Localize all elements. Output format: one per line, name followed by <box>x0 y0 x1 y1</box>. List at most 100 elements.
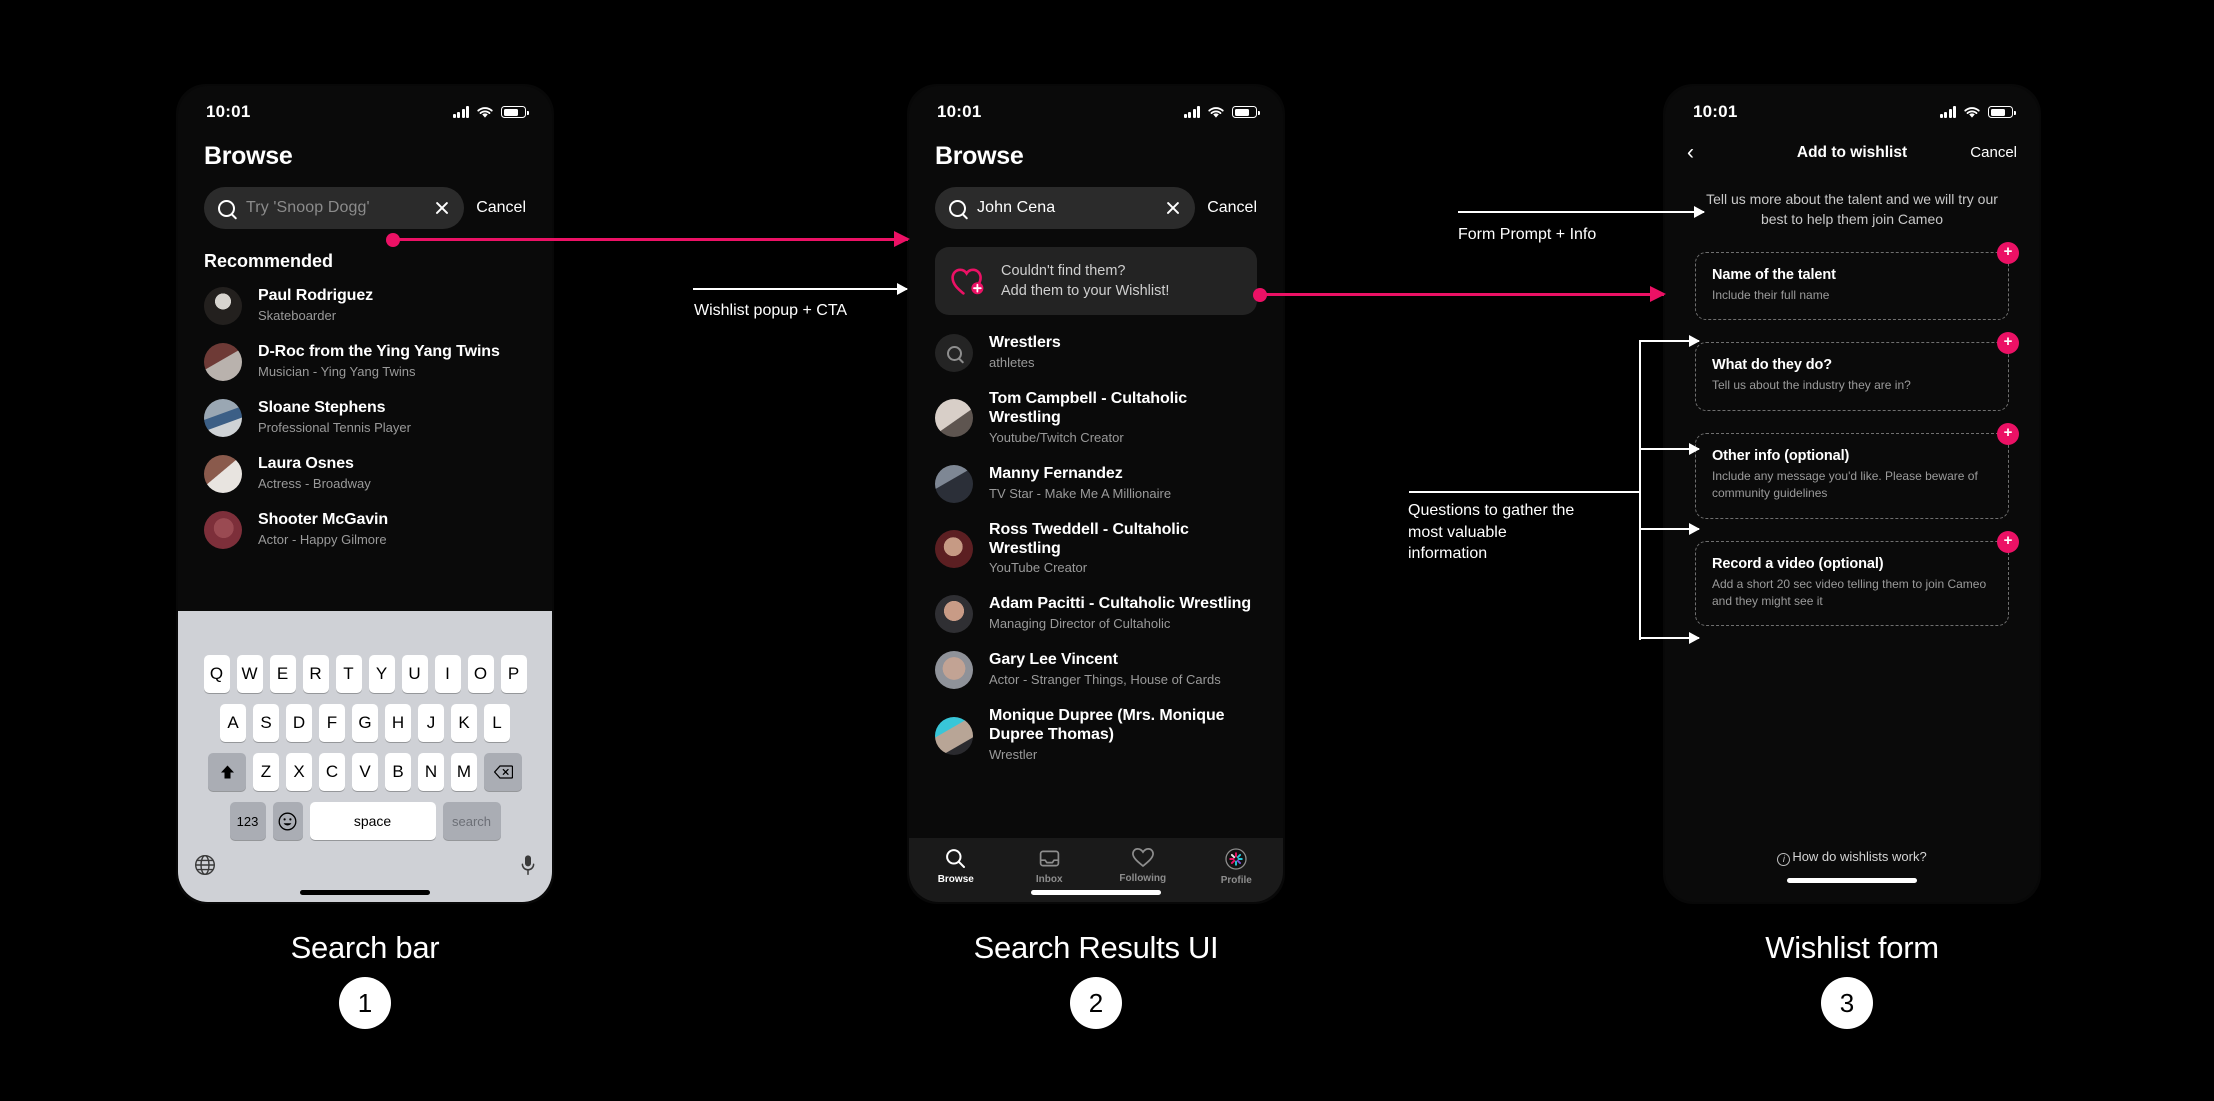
person-subtitle: Skateboarder <box>258 307 337 323</box>
avatar <box>204 399 242 437</box>
result-subtitle: Actor - Stranger Things, House of Cards <box>989 672 1221 688</box>
cancel-button[interactable]: Cancel <box>476 199 526 217</box>
result-name: Adam Pacitti - Cultaholic Wrestling <box>989 595 1252 613</box>
key-c[interactable]: C <box>319 753 345 791</box>
status-icons <box>452 106 529 119</box>
annotation-form-prompt-info: Form Prompt + Info <box>1458 226 1597 243</box>
key-f[interactable]: F <box>319 704 345 742</box>
add-button[interactable]: + <box>1997 530 2019 553</box>
space-key[interactable]: space <box>309 802 436 840</box>
annotation-arrow-field-4 <box>1639 633 1700 643</box>
field-title: What do they do? <box>1712 357 1833 374</box>
key-r[interactable]: R <box>302 655 329 693</box>
bottom-tab-bar: Browse Inbox Following Profile <box>909 838 1283 902</box>
cancel-button[interactable]: Cancel <box>1207 199 1257 217</box>
field-other-info[interactable]: + Other info (optional) Include any mess… <box>1695 423 2019 519</box>
chevron-left-icon[interactable]: ‹ <box>1687 142 1694 163</box>
key-o[interactable]: O <box>467 655 494 693</box>
backspace-key[interactable] <box>484 753 522 791</box>
key-l[interactable]: L <box>484 704 510 742</box>
globe-icon[interactable] <box>194 854 216 876</box>
caption-2-number: 2 <box>1070 977 1122 1029</box>
list-item[interactable]: Tom Campbell - Cultaholic Wrestling Youtu… <box>935 381 1283 456</box>
list-item[interactable]: Laura Osnes Actress - Broadway <box>204 446 552 502</box>
clear-icon[interactable] <box>1165 200 1181 216</box>
field-subtitle: Tell us about the industry they are in? <box>1712 378 1911 393</box>
search-input[interactable]: John Cena <box>935 187 1196 229</box>
phone-1-screen: 10:01 Browse Try 'Snoop Dogg' Cancel Rec… <box>178 86 552 902</box>
person-subtitle: Musician - Ying Yang Twins <box>258 363 416 379</box>
shift-key[interactable] <box>208 753 246 791</box>
key-h[interactable]: H <box>385 704 411 742</box>
wifi-icon <box>477 106 493 118</box>
list-item[interactable]: Ross Tweddell - Cultaholic Wrestling YouT… <box>935 512 1283 587</box>
list-item[interactable]: Shooter McGavin Actor - Happy Gilmore <box>204 502 552 558</box>
list-item[interactable]: Sloane Stephens Professional Tennis Playe… <box>204 390 552 446</box>
key-s[interactable]: S <box>253 704 279 742</box>
tab-profile[interactable]: Profile <box>1190 848 1284 886</box>
result-subtitle: TV Star - Make Me A Millionaire <box>989 485 1172 501</box>
field-what-do-they-do[interactable]: + What do they do? Tell us about the ind… <box>1695 332 2019 412</box>
flow-arrow-cta-to-form <box>1259 286 1666 302</box>
field-name-of-talent[interactable]: + Name of the talent Include their full … <box>1695 241 2019 321</box>
avatar <box>204 287 242 325</box>
key-x[interactable]: X <box>286 753 312 791</box>
add-button[interactable]: + <box>1997 423 2019 446</box>
key-k[interactable]: K <box>451 704 477 742</box>
person-subtitle: Professional Tennis Player <box>258 419 411 435</box>
search-key[interactable]: search <box>442 802 501 840</box>
key-w[interactable]: W <box>236 655 263 693</box>
key-e[interactable]: E <box>269 655 296 693</box>
tab-label: Following <box>1119 873 1167 884</box>
key-j[interactable]: J <box>418 704 444 742</box>
key-d[interactable]: D <box>286 704 312 742</box>
status-time: 10:01 <box>937 102 982 121</box>
list-item[interactable]: Gary Lee Vincent Actor - Stranger Things,… <box>935 642 1283 698</box>
tab-inbox[interactable]: Inbox <box>1003 848 1097 886</box>
key-g[interactable]: G <box>352 704 378 742</box>
search-input[interactable]: Try 'Snoop Dogg' <box>204 187 465 229</box>
key-q[interactable]: Q <box>203 655 230 693</box>
search-icon <box>946 849 966 868</box>
tab-following[interactable]: Following <box>1096 848 1190 886</box>
status-bar: 10:01 <box>1665 86 2039 130</box>
key-y[interactable]: Y <box>368 655 395 693</box>
list-item[interactable]: Wrestlers athletes <box>935 325 1283 381</box>
key-v[interactable]: V <box>352 753 378 791</box>
key-t[interactable]: T <box>335 655 362 693</box>
microphone-icon[interactable] <box>520 854 536 876</box>
emoji-key[interactable] <box>272 802 303 840</box>
add-button[interactable]: + <box>1997 241 2019 264</box>
field-record-a-video[interactable]: + Record a video (optional) Add a short … <box>1695 530 2019 627</box>
list-item[interactable]: D-Roc from the Ying Yang Twins Musician -… <box>204 334 552 390</box>
clear-icon[interactable] <box>434 200 450 216</box>
battery-icon <box>1232 106 1260 118</box>
list-item[interactable]: Manny Fernandez TV Star - Make Me A Milli… <box>935 456 1283 512</box>
wishlist-cta-banner[interactable]: Couldn't find them? Add them to your Wis… <box>935 247 1257 315</box>
section-title-recommended: Recommended <box>204 251 334 271</box>
numbers-key[interactable]: 123 <box>229 802 266 840</box>
key-n[interactable]: N <box>418 753 444 791</box>
key-u[interactable]: U <box>401 655 428 693</box>
key-i[interactable]: I <box>434 655 461 693</box>
key-a[interactable]: A <box>220 704 246 742</box>
list-item[interactable]: Paul Rodriguez Skateboarder <box>204 278 552 334</box>
result-name: Tom Campbell - Cultaholic Wrestling <box>989 390 1188 426</box>
key-b[interactable]: B <box>385 753 411 791</box>
list-item[interactable]: Adam Pacitti - Cultaholic Wrestling Manag… <box>935 586 1283 642</box>
key-z[interactable]: Z <box>253 753 279 791</box>
shift-arrow-icon <box>220 765 234 778</box>
annotation-arrow-field-1 <box>1639 336 1700 346</box>
on-screen-keyboard[interactable]: Q W E R T Y U I O P A S D F G H J K L Z … <box>178 611 552 902</box>
add-button[interactable]: + <box>1997 332 2019 355</box>
how-wishlists-work-link[interactable]: i How do wishlists work? <box>1665 849 2039 866</box>
cta-text-block: Couldn't find them? Add them to your Wis… <box>1001 261 1169 301</box>
field-subtitle: Add a short 20 sec video telling them to… <box>1712 576 1987 608</box>
avatar <box>204 511 242 549</box>
field-title: Other info (optional) <box>1712 448 1850 465</box>
key-m[interactable]: M <box>451 753 477 791</box>
key-p[interactable]: P <box>500 655 527 693</box>
tab-browse[interactable]: Browse <box>909 848 1003 886</box>
cancel-button[interactable]: Cancel <box>1970 144 2017 161</box>
list-item[interactable]: Monique Dupree (Mrs. Monique Dupree Thom… <box>935 698 1283 773</box>
